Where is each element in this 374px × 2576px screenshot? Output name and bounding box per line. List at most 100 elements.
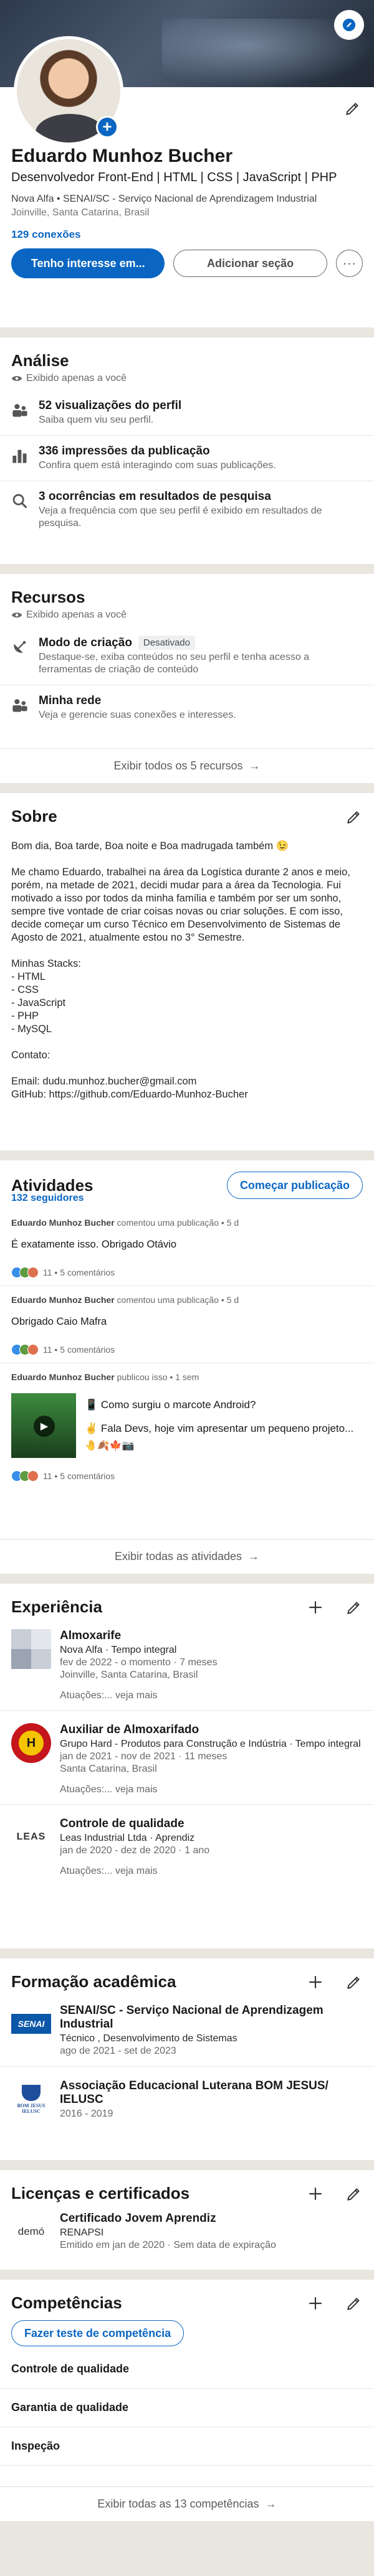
skills-label: Atuações:: [60, 1866, 105, 1876]
analytics-post-impressions[interactable]: 336 impressões da publicação Confira quem…: [0, 435, 374, 481]
post-meta: Eduardo Munhoz Bucher comentou uma publi…: [11, 1295, 363, 1305]
experience-item[interactable]: Almoxarife Nova Alfa · Tempo integral fe…: [0, 1617, 374, 1710]
add-experience-button[interactable]: [307, 1599, 324, 1616]
activity-post[interactable]: Eduardo Munhoz Bucher publicou isso • 1 …: [0, 1363, 374, 1489]
show-all-activity-label: Exibir todas as atividades: [114, 1550, 242, 1563]
edit-education-button[interactable]: [345, 1973, 363, 1991]
edit-experience-button[interactable]: [345, 1599, 363, 1616]
resource-item-title: Modo de criação: [39, 636, 132, 649]
edit-license-button[interactable]: [345, 2185, 363, 2202]
job-location: Santa Catarina, Brasil: [60, 1764, 157, 1774]
degree: Técnico , Desenvolvimento de Sistemas: [60, 2033, 237, 2044]
skills-label: Atuações:: [60, 1784, 105, 1795]
play-icon: ▶: [34, 1416, 55, 1437]
post-reactions[interactable]: 11 • 5 comentários: [11, 1470, 363, 1482]
job-title: Auxiliar de Almoxarifado: [60, 1723, 199, 1736]
analytics-item-title: 3 ocorrências em resultados de pesquisa: [39, 490, 271, 503]
status-badge: Desativado: [138, 636, 195, 650]
skills-label: Atuações:: [60, 1690, 105, 1701]
education-item[interactable]: BOM JESUS IELUSC Associação Educacional …: [0, 2066, 374, 2129]
resource-my-network[interactable]: Minha rede Veja e gerencie suas conexões …: [0, 685, 374, 730]
profile-name: Eduardo Munhoz Bucher: [11, 146, 233, 166]
post-action: comentou uma publicação • 5 d: [114, 1295, 239, 1305]
show-all-skills-link[interactable]: Exibir todas as 13 competências →: [0, 2486, 374, 2521]
connections-link[interactable]: 129 conexões: [11, 228, 363, 241]
education-item[interactable]: SENAI SENAI/SC - Serviço Nacional de Apr…: [0, 1991, 374, 2066]
education-dates: ago de 2021 - set de 2023: [60, 2046, 176, 2056]
resource-creator-mode[interactable]: Modo de criação Desativado Destaque-se, …: [0, 627, 374, 685]
post-reactions[interactable]: 11 • 5 comentários: [11, 1267, 363, 1278]
plus-icon: [309, 1975, 322, 1988]
post-reactions[interactable]: 11 • 5 comentários: [11, 1344, 363, 1355]
edit-intro-button[interactable]: [344, 100, 362, 117]
analytics-card: Análise Exibido apenas a você 52 visuali…: [0, 337, 374, 564]
post-media[interactable]: ▶ 📱 Como surgiu o marcote Android? ✌️ Fa…: [11, 1393, 363, 1458]
add-education-button[interactable]: [307, 1973, 324, 1991]
company-logo: LEAS: [11, 1817, 51, 1857]
cover-edit-button[interactable]: [334, 10, 364, 40]
show-all-resources-link[interactable]: Exibir todos os 5 recursos →: [0, 748, 374, 783]
about-text: Bom dia, Boa tarde, Boa noite e Boa madr…: [11, 840, 350, 1100]
see-more-link[interactable]: ... veja mais: [104, 1784, 157, 1795]
skill-item[interactable]: Inspeção: [0, 2427, 374, 2466]
licenses-title: Licenças e certificados: [11, 2184, 190, 2202]
add-photo-button[interactable]: +: [96, 116, 118, 138]
see-more-link[interactable]: ... veja mais: [104, 1866, 157, 1876]
skill-item[interactable]: Controle de qualidade: [0, 2350, 374, 2389]
activity-post[interactable]: Eduardo Munhoz Bucher comentou uma publi…: [0, 1204, 374, 1286]
job-location: Joinville, Santa Catarina, Brasil: [60, 1670, 198, 1680]
job-title: Controle de qualidade: [60, 1817, 185, 1830]
job-company: Leas Industrial Ltda · Aprendiz: [60, 1833, 195, 1843]
reaction-icons: [11, 1470, 39, 1482]
post-line: 📱 Como surgiu o marcote Android?: [85, 1399, 256, 1411]
issuer-logo-text: demó: [17, 2226, 45, 2237]
job-dates: jan de 2020 - dez de 2020 · 1 ano: [60, 1845, 210, 1856]
pencil-icon: [347, 1601, 360, 1614]
job-dates: jan de 2021 - nov de 2021 · 11 meses: [60, 1751, 228, 1762]
post-stats: 11 • 5 comentários: [43, 1345, 115, 1355]
plus-icon: [309, 1601, 322, 1614]
analytics-search-appearances[interactable]: 3 ocorrências em resultados de pesquisa V…: [0, 481, 374, 538]
experience-title: Experiência: [11, 1597, 102, 1616]
experience-item[interactable]: LEAS Controle de qualidade Leas Industri…: [0, 1804, 374, 1886]
see-more-link[interactable]: ... veja mais: [104, 1690, 157, 1701]
start-post-button[interactable]: Começar publicação: [226, 1172, 363, 1199]
experience-card: Experiência Almoxarife Nova Alfa · Tempo…: [0, 1584, 374, 1948]
post-meta: Eduardo Munhoz Bucher comentou uma publi…: [11, 1218, 363, 1228]
edit-skills-button[interactable]: [345, 2295, 363, 2312]
search-icon: [12, 494, 27, 509]
skill-test-button[interactable]: Fazer teste de competência: [11, 2320, 185, 2346]
people-icon: [12, 404, 27, 417]
show-all-resources-label: Exibir todos os 5 recursos: [113, 759, 243, 772]
skill-item[interactable]: Garantia de qualidade: [0, 2389, 374, 2427]
add-section-button[interactable]: Adicionar seção: [173, 250, 327, 277]
open-to-button[interactable]: Tenho interesse em...: [11, 248, 165, 278]
arrow-right-icon: →: [265, 2498, 277, 2510]
resources-card: Recursos Exibido apenas a você Modo de c…: [0, 574, 374, 783]
licenses-card: Licenças e certificados demó Certificado…: [0, 2170, 374, 2270]
resource-title-row: Modo de criação Desativado: [39, 636, 363, 650]
post-text: É exatamente isso. Obrigado Otávio: [11, 1239, 177, 1250]
license-item[interactable]: demó Certificado Jovem Aprendiz RENAPSI …: [0, 2203, 374, 2260]
pencil-icon: [347, 2297, 360, 2310]
activity-title: Atividades: [11, 1175, 94, 1195]
activity-post[interactable]: Eduardo Munhoz Bucher comentou uma publi…: [0, 1286, 374, 1363]
job-skills[interactable]: Atuações:... veja mais: [60, 1690, 363, 1701]
job-dates: fev de 2022 - o momento · 7 meses: [60, 1657, 218, 1668]
add-skill-button[interactable]: [307, 2295, 324, 2312]
more-button[interactable]: ···: [335, 250, 363, 277]
pencil-icon: [342, 18, 356, 32]
skills-title: Competências: [11, 2293, 122, 2312]
job-skills[interactable]: Atuações:... veja mais: [60, 1866, 363, 1877]
avatar[interactable]: +: [14, 36, 123, 146]
show-all-activity-link[interactable]: Exibir todas as atividades →: [0, 1539, 374, 1574]
add-license-button[interactable]: [307, 2185, 324, 2202]
job-skills[interactable]: Atuações:... veja mais: [60, 1784, 363, 1795]
license-title: Certificado Jovem Aprendiz: [60, 2212, 216, 2225]
analytics-item-desc: Veja a frequência com que seu perfil é e…: [39, 505, 322, 529]
video-thumbnail[interactable]: ▶: [11, 1393, 76, 1458]
pencil-icon: [347, 1976, 360, 1989]
edit-about-button[interactable]: [345, 808, 363, 825]
experience-item[interactable]: H Auxiliar de Almoxarifado Grupo Hard - …: [0, 1710, 374, 1804]
analytics-profile-views[interactable]: 52 visualizações do perfil Saiba quem viu…: [0, 390, 374, 435]
